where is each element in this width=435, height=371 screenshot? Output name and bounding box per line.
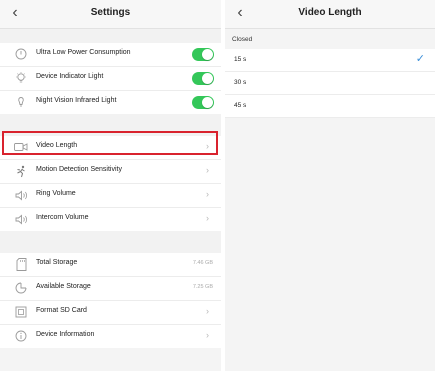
infrared-light-icon (14, 95, 28, 109)
ring-volume-label: Ring Volume (36, 190, 76, 197)
page-title: Video Length (298, 7, 362, 18)
motion-detection-row[interactable]: Motion Detection Sensitivity › (0, 160, 221, 184)
info-icon (14, 329, 28, 343)
option-30s[interactable]: 30 s (225, 72, 435, 95)
video-length-navbar: ‹ Video Length (225, 0, 435, 29)
option-15s[interactable]: 15 s ✓ (225, 49, 435, 72)
chevron-right-icon: › (206, 330, 209, 340)
night-vision-toggle[interactable] (192, 96, 214, 109)
chevron-right-icon: › (206, 165, 209, 175)
storage-settings-group: Total Storage 7.46 GB Available Storage … (0, 253, 221, 348)
checkmark-icon: ✓ (415, 53, 425, 65)
format-sd-card-row[interactable]: Format SD Card › (0, 301, 221, 325)
intercom-volume-row[interactable]: Intercom Volume › (0, 208, 221, 231)
running-person-icon (14, 164, 28, 178)
settings-navbar: ‹ Settings (0, 0, 221, 29)
video-length-label: Video Length (36, 142, 78, 149)
video-camera-icon (14, 140, 28, 154)
video-length-row[interactable]: Video Length › (0, 136, 221, 160)
media-settings-group: Video Length › Motion Detection Sensitiv… (0, 136, 221, 231)
ultra-low-power-label: Ultra Low Power Consumption (36, 49, 131, 56)
option-45s[interactable]: 45 s (225, 95, 435, 118)
ultra-low-power-row: Ultra Low Power Consumption (0, 43, 221, 67)
available-storage-label: Available Storage (36, 283, 91, 290)
motion-detection-label: Motion Detection Sensitivity (36, 166, 122, 173)
chevron-right-icon: › (206, 213, 209, 223)
option-label: 45 s (234, 102, 247, 109)
sd-card-icon (14, 257, 28, 271)
chevron-right-icon: › (206, 306, 209, 316)
total-storage-value: 7.46 GB (192, 260, 213, 266)
available-storage-value: 7.25 GB (192, 284, 213, 290)
chevron-right-icon: › (206, 189, 209, 199)
power-settings-group: Ultra Low Power Consumption Device Indic… (0, 43, 221, 114)
video-length-options: 15 s ✓ 30 s 45 s (225, 49, 435, 118)
format-sd-card-label: Format SD Card (36, 307, 87, 314)
available-storage-row: Available Storage 7.25 GB (0, 277, 221, 301)
device-indicator-light-row: Device Indicator Light (0, 67, 221, 91)
option-label: 15 s (234, 56, 247, 63)
device-information-label: Device Information (36, 331, 95, 338)
speaker-icon (14, 188, 28, 202)
format-icon (14, 305, 28, 319)
device-indicator-light-label: Device Indicator Light (36, 73, 104, 80)
device-information-row[interactable]: Device Information › (0, 325, 221, 348)
ring-volume-row[interactable]: Ring Volume › (0, 184, 221, 208)
power-icon (14, 47, 28, 61)
device-indicator-light-toggle[interactable] (192, 72, 214, 85)
page-title: Settings (90, 7, 131, 18)
total-storage-row: Total Storage 7.46 GB (0, 253, 221, 277)
night-vision-label: Night Vision Infrared Light (36, 97, 117, 104)
section-label-closed: Closed (225, 29, 435, 49)
night-vision-row: Night Vision Infrared Light (0, 91, 221, 114)
intercom-volume-label: Intercom Volume (36, 214, 89, 221)
lightbulb-icon (14, 71, 28, 85)
total-storage-label: Total Storage (36, 259, 78, 266)
speaker-icon (14, 212, 28, 226)
pie-chart-icon (14, 281, 28, 295)
ultra-low-power-toggle[interactable] (192, 48, 214, 61)
chevron-right-icon: › (206, 141, 209, 151)
option-label: 30 s (234, 79, 247, 86)
settings-screen: ‹ Settings Ultra Low Power Consumption D… (0, 0, 221, 371)
video-length-screen: ‹ Video Length Closed 15 s ✓ 30 s 45 s (225, 0, 435, 371)
